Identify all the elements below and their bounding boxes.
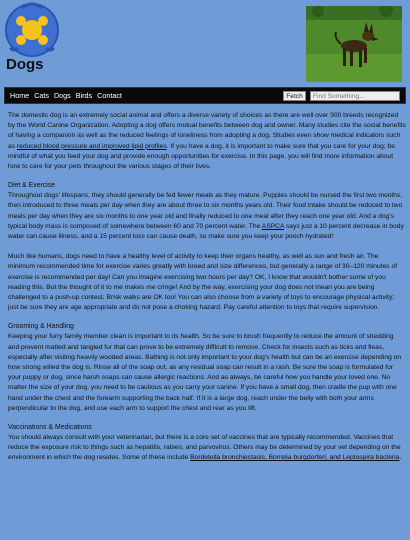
diet-paragraph: Throughout dogs' lifespans, they should … [8, 192, 404, 241]
main-content: The domestic dog is an extremely social … [8, 111, 406, 464]
dog-photo [306, 6, 402, 82]
search-input[interactable] [310, 91, 400, 101]
intro-paragraph: The domestic dog is an extremely social … [8, 112, 406, 171]
nav-birds-link[interactable]: Birds [76, 91, 92, 100]
main-navbar: Home Cats Dogs Birds Contact Fetch [4, 87, 406, 104]
nav-contact-link[interactable]: Contact [97, 91, 122, 100]
fetch-button[interactable]: Fetch [283, 91, 306, 101]
grooming-paragraph: Keeping your furry family member clean i… [8, 333, 402, 412]
diet-heading: Diet & Exercise [8, 182, 56, 190]
grooming-heading: Grooming & Handling [8, 323, 74, 331]
site-title: Dogs [6, 56, 44, 73]
nav-home-link[interactable]: Home [10, 91, 29, 100]
vaccinations-paragraph: You should always consult with your vete… [8, 434, 402, 462]
vaccinations-heading: Vaccinations & Medications [8, 424, 92, 432]
nav-links: Home Cats Dogs Birds Contact [10, 91, 125, 100]
blood-pressure-link[interactable]: reduced blood pressure and improved lipi… [17, 143, 167, 150]
exercise-paragraph: Much like humans, dogs need to have a he… [8, 253, 398, 312]
bacteria-link[interactable]: Bordetella bronchiectasis, Borrelia burg… [190, 454, 399, 461]
aspca-link[interactable]: ASPCA [262, 223, 284, 230]
nav-dogs-link[interactable]: Dogs [54, 91, 71, 100]
nav-cats-link[interactable]: Cats [34, 91, 49, 100]
site-logo-icon [5, 2, 59, 57]
